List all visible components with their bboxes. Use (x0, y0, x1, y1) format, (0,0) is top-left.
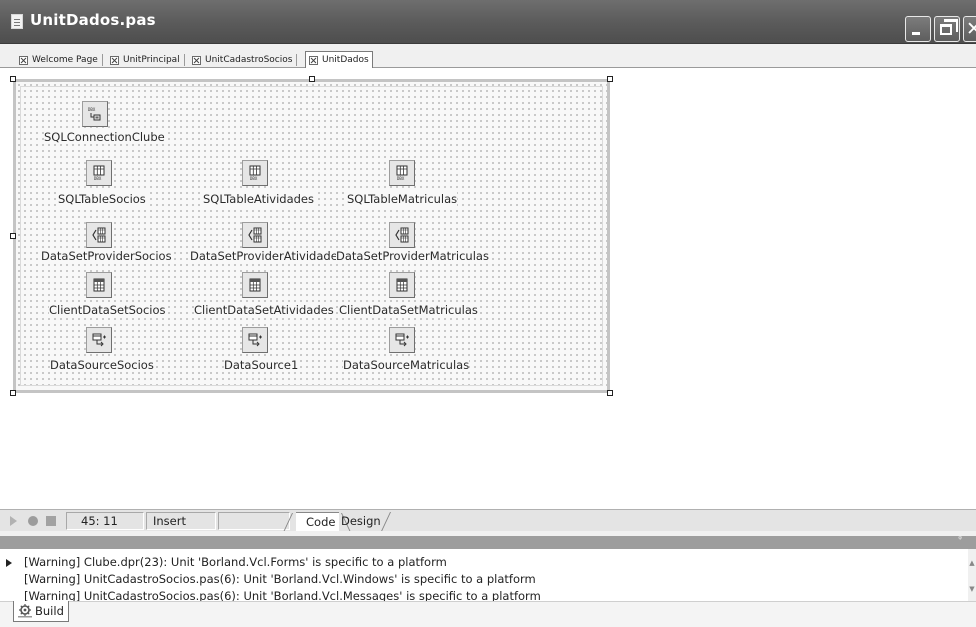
clientdataset-icon (247, 277, 263, 293)
component-label: SQLTableAtividades (203, 192, 314, 206)
component-icon-button[interactable]: DBX (389, 160, 415, 186)
tab-design[interactable]: Design (337, 512, 389, 531)
messages-panel[interactable]: [Warning] Clube.dpr(23): Unit 'Borland.V… (0, 549, 976, 601)
component-icon-button[interactable] (389, 272, 415, 298)
resize-handle[interactable] (607, 76, 613, 82)
component-label: SQLTableSocios (58, 192, 146, 206)
close-button[interactable]: ✕ (963, 16, 976, 42)
tab-build[interactable]: Build (13, 601, 69, 622)
tab-label: UnitCadastroSocios (205, 55, 293, 65)
tab-code[interactable]: Code (296, 512, 340, 531)
sqltable-icon: DBX (247, 165, 263, 181)
resize-handle[interactable] (10, 76, 16, 82)
component-icon-button[interactable] (389, 327, 415, 353)
messages-header: ᵠ (0, 535, 976, 549)
message-line[interactable]: [Warning] Clube.dpr(23): Unit 'Borland.V… (24, 555, 447, 569)
tab-label: UnitDados (322, 55, 369, 65)
play-icon[interactable] (10, 516, 17, 526)
cursor-position: 45: 11 (66, 512, 144, 530)
editor-tab-bar: Welcome Page UnitPrincipal UnitCadastroS… (0, 44, 976, 68)
document-icon (11, 14, 23, 29)
svg-text:DBX: DBX (88, 107, 96, 112)
sqltable-icon: DBX (91, 165, 107, 181)
messages-scrollbar[interactable]: ▲ ▼ (968, 549, 976, 601)
component-label: DataSetProviderSocios (41, 249, 172, 263)
tab-welcome-page[interactable]: Welcome Page (19, 52, 103, 68)
datasetprovider-icon (247, 227, 263, 243)
tab-close-icon[interactable] (192, 55, 201, 65)
component-icon-button[interactable] (242, 272, 268, 298)
sqltable-icon: DBX (394, 165, 410, 181)
datasource-icon (247, 332, 263, 348)
scroll-down-icon[interactable]: ▼ (968, 585, 976, 593)
design-surface[interactable]: DBX SQLConnectionClube DBX SQLTableSocios DB… (0, 69, 976, 509)
component-label: SQLTableMatriculas (347, 192, 458, 206)
message-line[interactable]: [Warning] UnitCadastroSocios.pas(6): Uni… (24, 589, 541, 601)
tab-label: Build (35, 604, 64, 618)
record-icon[interactable] (28, 516, 38, 526)
component-icon-button[interactable] (242, 327, 268, 353)
tab-close-icon[interactable] (19, 55, 28, 65)
window-title: UnitDados.pas (30, 11, 156, 29)
component-label: DataSourceSocios (50, 358, 154, 372)
component-label: DataSetProviderAtividades (190, 249, 344, 263)
tab-unitprincipal[interactable]: UnitPrincipal (110, 52, 185, 68)
pin-icon[interactable]: ᵠ (958, 535, 962, 545)
build-icon (18, 604, 32, 618)
datasource-icon (91, 332, 107, 348)
modified-status (218, 512, 290, 530)
minimize-button[interactable] (905, 16, 931, 42)
current-message-arrow-icon (6, 559, 12, 567)
stop-icon[interactable] (46, 516, 56, 526)
resize-handle[interactable] (10, 233, 16, 239)
tab-unitcadastrosocios[interactable]: UnitCadastroSocios (192, 52, 298, 68)
tab-close-icon[interactable] (309, 55, 318, 65)
component-icon-button[interactable]: DBX (242, 160, 268, 186)
insert-mode: Insert (146, 512, 216, 530)
message-line[interactable]: [Warning] UnitCadastroSocios.pas(6): Uni… (24, 572, 536, 586)
tab-label: Welcome Page (32, 55, 98, 65)
component-icon-button[interactable] (389, 222, 415, 248)
svg-text:DBX: DBX (94, 176, 102, 181)
component-label: ClientDataSetMatriculas (339, 303, 478, 317)
component-icon-button[interactable]: DBX (82, 101, 108, 127)
title-bar: UnitDados.pas ✕ (0, 0, 976, 44)
svg-text:DBX: DBX (250, 176, 258, 181)
component-label: SQLConnectionClube (44, 130, 165, 144)
resize-handle[interactable] (607, 390, 613, 396)
datasetprovider-icon (394, 227, 410, 243)
datasetprovider-icon (91, 227, 107, 243)
maximize-button[interactable] (934, 16, 960, 42)
restore-icon (940, 19, 958, 35)
component-label: ClientDataSetSocios (49, 303, 166, 317)
component-icon-button[interactable] (86, 222, 112, 248)
bottom-tab-bar: Build (0, 601, 976, 627)
editor-status-bar: 45: 11 Insert Code Design (0, 509, 976, 531)
close-icon: ✕ (966, 18, 976, 40)
resize-handle[interactable] (10, 390, 16, 396)
minimize-icon (912, 32, 920, 35)
component-label: ClientDataSetAtividades (194, 303, 334, 317)
component-icon-button[interactable] (86, 272, 112, 298)
svg-text:DBX: DBX (397, 176, 405, 181)
component-icon-button[interactable] (86, 327, 112, 353)
tab-unitdados[interactable]: UnitDados (305, 51, 373, 68)
component-icon-button[interactable]: DBX (86, 160, 112, 186)
component-label: DataSource1 (224, 358, 299, 372)
component-icon-button[interactable] (242, 222, 268, 248)
clientdataset-icon (394, 277, 410, 293)
resize-handle[interactable] (309, 76, 315, 82)
tab-label: UnitPrincipal (123, 55, 180, 65)
component-label: DataSetProviderMatriculas (336, 249, 489, 263)
tab-close-icon[interactable] (110, 55, 119, 65)
scroll-up-icon[interactable]: ▲ (968, 559, 976, 567)
component-label: DataSourceMatriculas (343, 358, 470, 372)
clientdataset-icon (91, 277, 107, 293)
sqlconnection-icon: DBX (87, 106, 103, 122)
datasource-icon (394, 332, 410, 348)
